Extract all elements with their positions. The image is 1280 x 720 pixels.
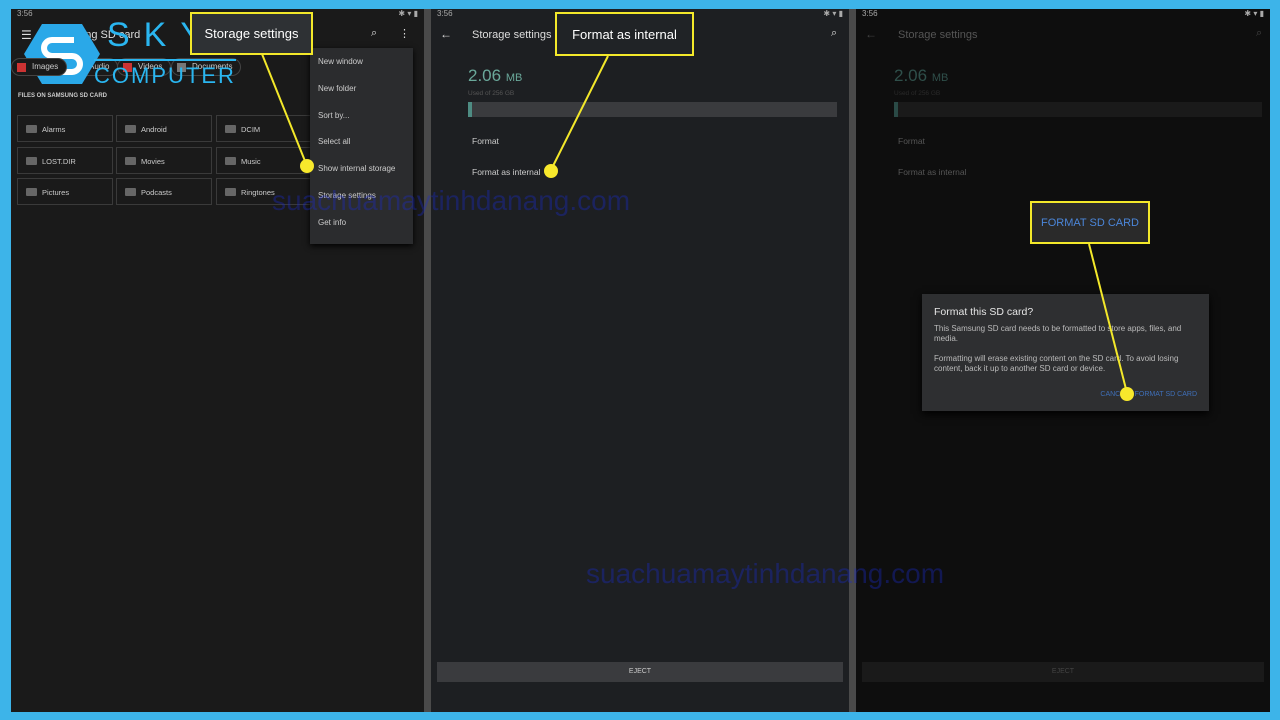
image-icon — [17, 63, 26, 72]
chip-images-label: Images — [32, 62, 59, 71]
logo-mark-icon — [24, 24, 100, 84]
highlight-dot — [1120, 387, 1134, 401]
callout-format-as-internal: Format as internal — [555, 12, 694, 56]
annotation-lines — [261, 53, 1128, 394]
sky-computer-logo: SKY COMPUTER — [22, 16, 236, 91]
watermark: suachuamaytinhdanang.com — [586, 558, 945, 589]
watermark: suachuamaytinhdanang.com — [272, 185, 631, 216]
callout-line — [1088, 243, 1128, 394]
chip-images[interactable]: Images — [11, 58, 68, 76]
callout-line — [550, 55, 609, 171]
highlight-dot — [300, 159, 314, 173]
callout-line — [261, 53, 308, 167]
callout-storage-settings: Storage settings — [190, 12, 313, 55]
highlight-dot — [544, 164, 558, 178]
callout-format-sd-card: FORMAT SD CARD — [1030, 201, 1150, 244]
